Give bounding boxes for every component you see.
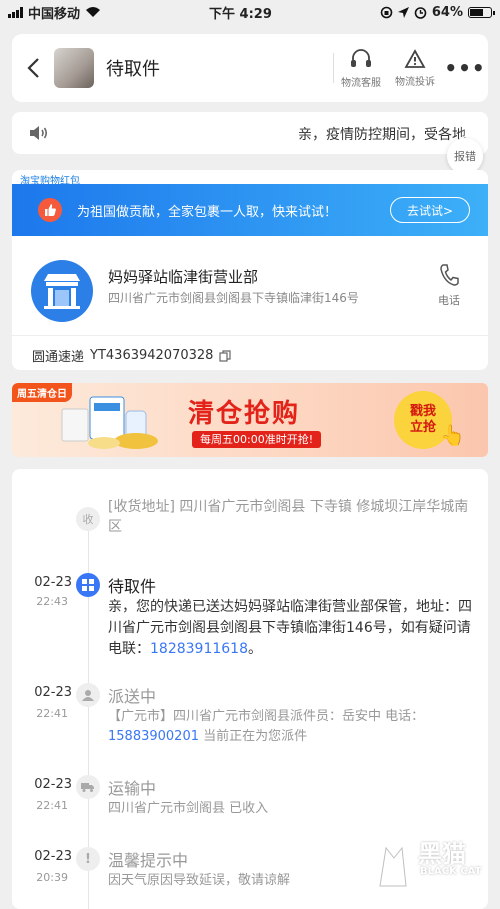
divider (12, 335, 488, 336)
event-desc-text: 【广元市】四川省广元市剑阁县派件员：岳安中 电话： (108, 709, 425, 724)
rotation-lock-icon (380, 6, 393, 18)
phone-button[interactable]: 电话 (438, 263, 460, 308)
phone-label: 电话 (438, 294, 460, 307)
event-date: 02-23 (34, 575, 72, 590)
headset-icon (351, 48, 371, 67)
logistics-complaint-button[interactable]: 物流投诉 (388, 48, 442, 88)
location-icon (397, 6, 409, 18)
event-title: 派送中 (108, 687, 157, 706)
truck-icon (76, 775, 100, 799)
notice-bar[interactable]: 亲，疫情防控期间，受各地 (12, 112, 488, 154)
station-name: 妈妈驿站临津街营业部 (108, 268, 259, 286)
event-time: 22:41 (36, 799, 68, 812)
logistics-complaint-label: 物流投诉 (395, 76, 435, 88)
event-desc: 【广元市】四川省广元市剑阁县派件员：岳安中 电话： 15883900201 当前正… (108, 707, 476, 747)
event-desc: 亲，您的快递已送达妈妈驿站临津街营业部保管，地址：四川省广元市剑阁县剑阁县下寺镇… (108, 597, 476, 660)
banner-title: 清仓抢购 (188, 399, 301, 429)
carrier-label: 圆通速递 (32, 350, 85, 365)
chevron-left-icon (27, 58, 39, 78)
phone-link[interactable]: 18283911618 (150, 641, 248, 657)
clock: 下午 4:29 (209, 6, 272, 22)
event-time: 22:43 (36, 595, 68, 608)
receive-icon: 收 (76, 507, 100, 531)
station-address: 四川省广元市剑阁县剑阁县下寺镇临津街146号 (108, 291, 359, 305)
event-desc-suffix: 。 (247, 641, 262, 657)
copy-icon[interactable] (219, 349, 232, 362)
more-button[interactable]: ••• (442, 56, 488, 80)
thumbs-up-icon (38, 198, 62, 222)
wifi-icon (86, 7, 101, 17)
page-title: 待取件 (106, 59, 160, 80)
courier-icon (76, 683, 100, 707)
event-date: 02-23 (34, 685, 72, 700)
phone-link[interactable]: 15883900201 (108, 729, 199, 744)
alarm-icon (414, 6, 427, 19)
battery-icon (467, 6, 495, 18)
hand-pointer-icon: 👆 (440, 423, 465, 447)
status-bar: 中国移动 下午 4:29 64% (0, 0, 500, 24)
page-header: 待取件 物流客服 物流投诉 ••• (12, 34, 488, 102)
logistics-service-label: 物流客服 (341, 77, 381, 89)
pickup-card: 淘宝购物红包 为祖国做贡献，全家包裹一人取，快来试试！ 去试试> 妈妈驿站临津街… (12, 170, 488, 370)
back-button[interactable] (12, 34, 54, 102)
tracking-number: YT4363942070328 (90, 348, 214, 363)
address-text: [收货地址] 四川省广元市剑阁县 下寺镇 修城坝江岸华城南区 (108, 499, 469, 535)
event-time: 22:41 (36, 707, 68, 720)
exclamation-icon: ! (76, 847, 100, 871)
try-button[interactable]: 去试试> (390, 197, 470, 223)
event-time: 20:39 (36, 871, 68, 884)
speaker-icon (30, 126, 48, 140)
event-date: 02-23 (34, 849, 72, 864)
phone-icon (440, 264, 459, 286)
event-desc: 四川省广元市剑阁县 已收入 (108, 801, 269, 816)
tracking-info: 圆通速递 YT4363942070328 (32, 346, 232, 365)
warning-icon (404, 48, 426, 68)
report-error-button[interactable]: 报错 (447, 138, 483, 174)
promo-text: 为祖国做贡献，全家包裹一人取，快来试试！ (77, 205, 338, 220)
banner-subtitle: 每周五00:00准时开抢! (192, 431, 322, 448)
event-date: 02-23 (34, 777, 72, 792)
event-desc-suffix: 当前正在为您派件 (198, 729, 308, 744)
signal-icon (8, 6, 23, 18)
notice-text: 亲，疫情防控期间，受各地 (298, 127, 466, 143)
promo-banner[interactable]: 为祖国做贡献，全家包裹一人取，快来试试！ 去试试> (12, 184, 488, 236)
event-title: 温馨提示中 (108, 851, 189, 870)
event-title: 待取件 (108, 577, 157, 596)
store-icon (31, 260, 93, 322)
battery-percent: 64% (431, 4, 463, 20)
watermark-text: 黑猫 (418, 840, 466, 868)
grid-icon (76, 573, 100, 597)
clearance-banner[interactable]: 周五清仓日 清仓抢购 每周五00:00准时开抢! 戳我立抢 👆 (12, 383, 488, 457)
event-title: 运输中 (108, 779, 157, 798)
logistics-service-button[interactable]: 物流客服 (334, 48, 388, 89)
watermark-subtext: BLACK CAT (420, 866, 482, 877)
avatar (54, 48, 94, 88)
product-image (61, 396, 158, 449)
carrier-name: 中国移动 (28, 6, 81, 22)
